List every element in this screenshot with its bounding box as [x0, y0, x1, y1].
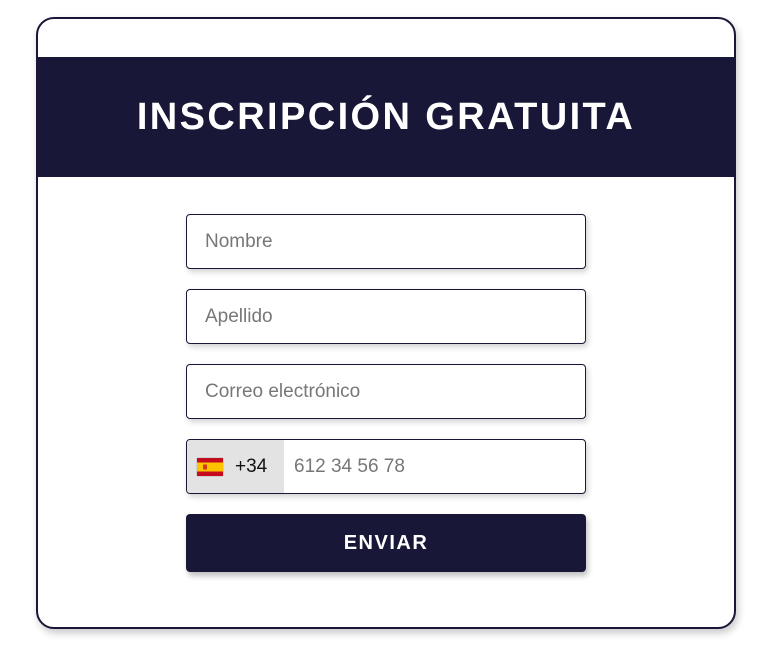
first-name-field	[186, 214, 586, 269]
last-name-input[interactable]	[187, 290, 585, 343]
phone-field: +34	[186, 439, 586, 494]
dial-code: +34	[235, 455, 268, 477]
last-name-field	[186, 289, 586, 344]
header-banner: INSCRIPCIÓN GRATUITA	[38, 57, 734, 177]
email-input[interactable]	[187, 365, 585, 418]
country-code-selector[interactable]: +34	[187, 440, 284, 493]
signup-card: INSCRIPCIÓN GRATUITA +34	[36, 17, 736, 629]
submit-button[interactable]: ENVIAR	[186, 514, 586, 572]
form-title: INSCRIPCIÓN GRATUITA	[136, 95, 636, 138]
email-field	[186, 364, 586, 419]
phone-input[interactable]	[284, 440, 585, 493]
spain-flag-icon	[197, 457, 223, 476]
signup-form: +34 ENVIAR	[186, 214, 586, 572]
first-name-input[interactable]	[187, 215, 585, 268]
